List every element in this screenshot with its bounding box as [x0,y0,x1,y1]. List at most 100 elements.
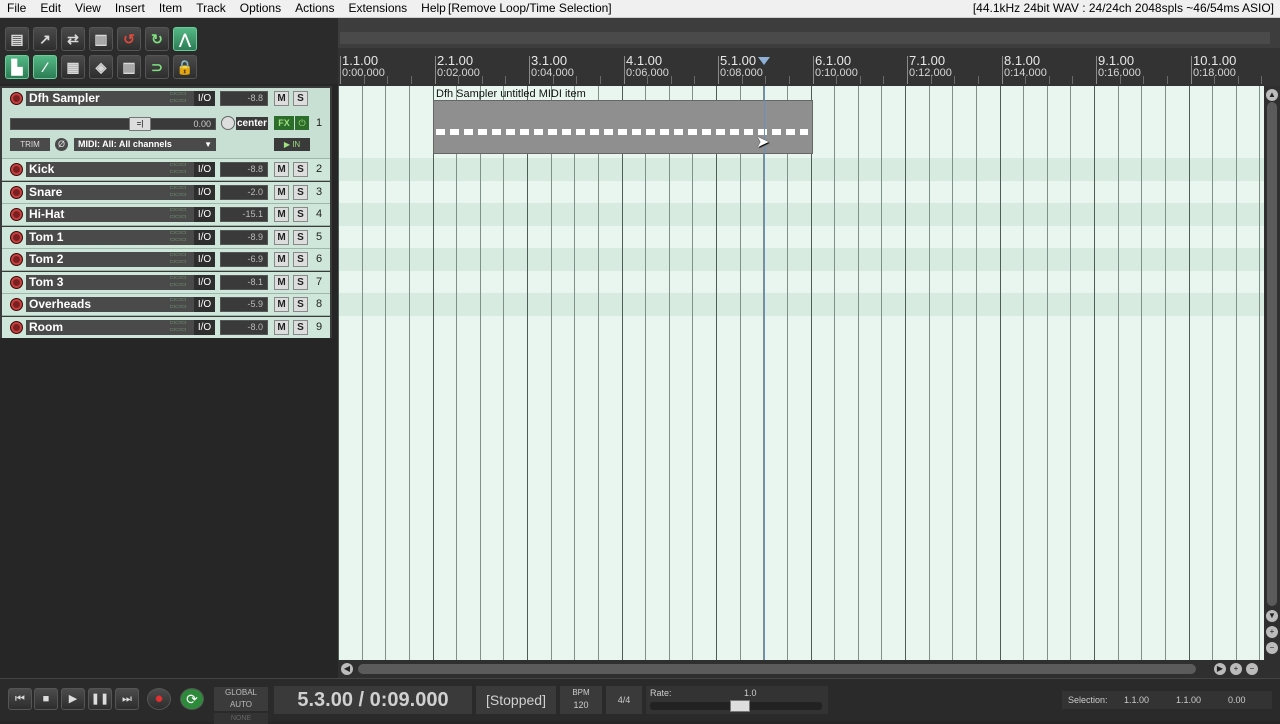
volume-readout[interactable]: -8.9 [220,229,268,245]
track-name[interactable]: Room [26,319,162,335]
auto-crossfade-icon[interactable]: ⊃ [145,55,169,79]
position-display[interactable]: 5.3.00 / 0:09.000 [274,686,472,714]
global-automation-button[interactable]: GLOBAL AUTO NONE [214,687,268,724]
solo-button[interactable]: S [293,229,308,245]
mute-button[interactable]: M [274,207,289,222]
solo-button[interactable]: S [293,162,308,177]
io-button[interactable]: I/O [194,91,215,106]
track-name[interactable]: Kick [26,162,162,177]
track-room[interactable]: Room ▭▭▭ ▭▭▭ I/O -8.0 M S 9 [2,316,330,339]
save-project-icon[interactable]: ⇄ [61,27,85,51]
repeat-icon[interactable]: ⟳ [180,688,204,710]
track-tom-3[interactable]: Tom 3 ▭▭▭ ▭▭▭ I/O -8.1 M S 7 [2,271,330,294]
menu-insert[interactable]: Insert [108,0,152,17]
mute-button[interactable]: M [274,252,289,267]
new-project-icon[interactable]: ▤ [5,27,29,51]
playrate-control[interactable]: Rate: 1.0 [646,686,828,714]
menu-item[interactable]: Item [152,0,189,17]
playhead-cursor[interactable] [764,86,765,660]
mute-button[interactable]: M [274,91,289,106]
record-arm-icon[interactable] [10,208,23,221]
snap-icon[interactable]: ▙ [5,55,29,79]
record-arm-icon[interactable] [10,320,23,334]
go-to-end-icon[interactable]: ⏭ [115,688,139,710]
fader-knob[interactable]: =| [129,117,151,131]
io-button[interactable]: I/O [194,207,215,222]
volume-readout[interactable]: -8.8 [220,91,268,106]
fx-power-icon[interactable]: ⏻ [295,116,309,130]
project-settings-icon[interactable]: ▥ [89,27,113,51]
scroll-up-icon[interactable]: ▲ [1266,89,1278,101]
track-kick[interactable]: Kick ▭▭▭ ▭▭▭ I/O -8.8 M S 2 [2,159,330,181]
track-hi-hat[interactable]: Hi-Hat ▭▭▭ ▭▭▭ I/O -15.1 M S 4 [2,204,330,226]
record-arm-icon[interactable] [10,275,23,289]
input-monitor-button[interactable]: ▶ IN [274,138,310,151]
volume-readout[interactable]: -15.1 [220,207,268,222]
selection-start[interactable]: 1.1.00 [1124,691,1149,709]
redo-icon[interactable]: ↻ [145,27,169,51]
record-arm-icon[interactable] [10,92,23,105]
io-button[interactable]: I/O [194,162,215,177]
track-name[interactable]: Tom 3 [26,274,162,290]
menu-view[interactable]: View [68,0,108,17]
track-snare[interactable]: Snare ▭▭▭ ▭▭▭ I/O -2.0 M S 3 [2,181,330,204]
mute-button[interactable]: M [274,184,289,200]
vertical-scrollbar[interactable]: ▲ ▼ + − [1264,86,1280,660]
zoom-in-horizontal-icon[interactable]: + [1230,663,1242,675]
mute-button[interactable]: M [274,297,289,312]
track-name[interactable]: Tom 2 [26,252,162,267]
metronome-icon[interactable]: ⋀ [173,27,197,51]
zoom-out-vertical-icon[interactable]: − [1266,642,1278,654]
record-arm-icon[interactable] [10,230,23,244]
solo-button[interactable]: S [293,274,308,290]
stop-icon[interactable]: ■ [34,688,58,710]
track-dfh-sampler[interactable]: Dfh Sampler ▭▭▭ ▭▭▭ I/O -8.8 M S 1 =| 0.0… [2,88,330,159]
solo-button[interactable]: S [293,91,308,106]
io-button[interactable]: I/O [194,184,215,200]
menu-edit[interactable]: Edit [33,0,68,17]
horizontal-scrollbar[interactable]: ◀ ▶ + − [338,660,1280,678]
menu-track[interactable]: Track [189,0,233,17]
volume-readout[interactable]: -2.0 [220,184,268,200]
scroll-right-icon[interactable]: ▶ [1214,663,1226,675]
time-signature-display[interactable]: 4/4 [606,686,642,714]
fx-button[interactable]: FX [274,116,294,130]
track-tom-1[interactable]: Tom 1 ▭▭▭ ▭▭▭ I/O -8.9 M S 5 [2,226,330,249]
pan-knob[interactable] [221,116,235,130]
io-button[interactable]: I/O [194,319,215,335]
track-name[interactable]: Hi-Hat [26,207,162,222]
rate-slider[interactable] [650,700,822,712]
phase-invert-icon[interactable]: Ø [55,138,68,151]
item-grouping-icon[interactable]: ◈ [89,55,113,79]
timeline-ruler[interactable]: 1.1.00 0:00.000 2.1.00 0:02.000 3.1.00 0:04… [338,48,1280,87]
undo-icon[interactable]: ↺ [117,27,141,51]
solo-button[interactable]: S [293,319,308,335]
go-to-start-icon[interactable]: ⏮ [8,688,32,710]
mute-button[interactable]: M [274,162,289,177]
rate-slider-knob[interactable] [730,700,750,712]
track-lane[interactable] [338,158,1264,181]
volume-readout[interactable]: -5.9 [220,297,268,312]
track-name[interactable]: Dfh Sampler [26,91,162,106]
zoom-in-vertical-icon[interactable]: + [1266,626,1278,638]
scroll-left-icon[interactable]: ◀ [341,663,353,675]
track-lane[interactable] [338,316,1264,339]
playhead-marker-icon[interactable] [758,57,770,65]
record-icon[interactable]: ● [147,688,171,710]
region-strip[interactable] [340,32,1270,44]
selection-length[interactable]: 0.00 [1228,691,1246,709]
menu-actions[interactable]: Actions [288,0,341,17]
track-tom-2[interactable]: Tom 2 ▭▭▭ ▭▭▭ I/O -6.9 M S 6 [2,249,330,271]
solo-button[interactable]: S [293,297,308,312]
selection-display[interactable]: Selection: 1.1.00 1.1.00 0.00 [1062,691,1272,709]
open-project-icon[interactable]: ↗ [33,27,57,51]
horizontal-scroll-thumb[interactable] [358,664,1196,674]
lock-icon[interactable]: 🔒 [173,55,197,79]
track-lane[interactable] [338,181,1264,204]
volume-readout[interactable]: -8.8 [220,162,268,177]
play-icon[interactable]: ▶ [61,688,85,710]
track-overheads[interactable]: Overheads ▭▭▭ ▭▭▭ I/O -5.9 M S 8 [2,294,330,316]
solo-button[interactable]: S [293,184,308,200]
volume-readout[interactable]: -8.0 [220,319,268,335]
automation-mode-button[interactable]: TRIM [10,138,50,151]
